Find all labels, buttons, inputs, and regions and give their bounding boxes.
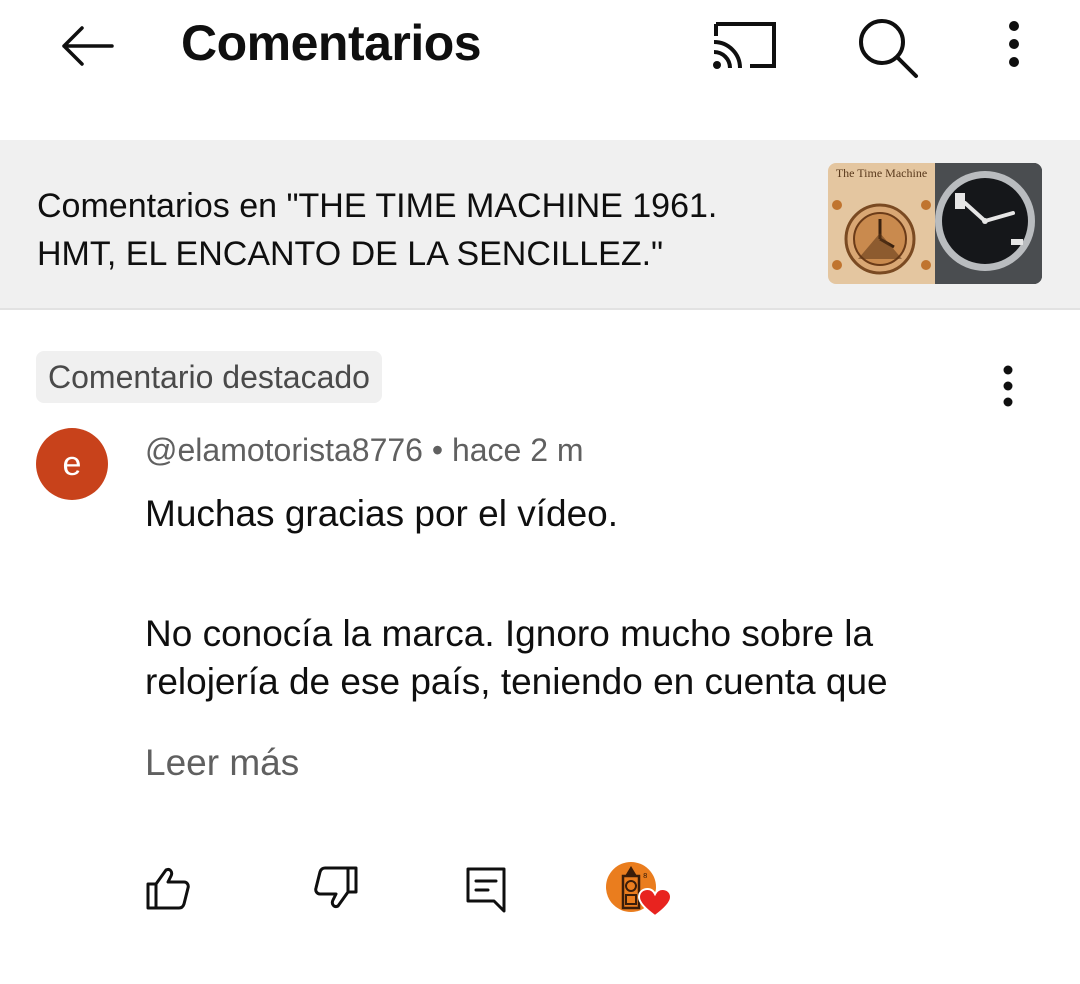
cast-button[interactable]: [708, 16, 780, 76]
cast-icon: [713, 22, 776, 69]
search-button[interactable]: [854, 14, 920, 80]
back-button[interactable]: [54, 18, 118, 74]
svg-text:8: 8: [643, 872, 647, 880]
thumb-up-icon: [146, 868, 190, 910]
comment-options-button[interactable]: [988, 360, 1028, 416]
comment-actions: 8: [0, 860, 1080, 924]
video-context-text: Comentarios en "THE TIME MACHINE 1961. H…: [37, 187, 718, 273]
thumbnail-watch-photo: [935, 163, 1042, 284]
meta-separator: •: [431, 432, 444, 468]
more-vert-icon: [1003, 365, 1013, 407]
comment-paragraph-line: relojería de ese país, teniendo en cuent…: [145, 661, 888, 702]
comment-author[interactable]: @elamotorista8776: [145, 432, 423, 468]
more-options-button[interactable]: [994, 16, 1034, 76]
heart-icon: [638, 888, 672, 918]
comment-paragraph-line: No conocía la marca. Ignoro mucho sobre …: [145, 613, 874, 654]
search-icon: [859, 19, 918, 78]
comment-time: hace 2 m: [451, 432, 584, 468]
video-thumbnail[interactable]: The Time Machine: [828, 163, 1042, 284]
comment-meta: @elamotorista8776 • hace 2 m: [145, 432, 584, 469]
thumb-down-icon: [314, 866, 358, 908]
pinned-comment-badge: Comentario destacado: [36, 351, 382, 403]
page-title: Comentarios: [181, 15, 482, 71]
reply-button[interactable]: [458, 860, 514, 916]
clock-illustration-icon: [832, 200, 931, 275]
comment-body: Muchas gracias por el vídeo. No conocía …: [145, 490, 1045, 706]
author-avatar[interactable]: e: [36, 428, 108, 500]
dislike-button[interactable]: [308, 860, 364, 916]
more-vert-icon: [1009, 21, 1019, 67]
creator-heart: 8: [606, 860, 672, 920]
comment-paragraph: Muchas gracias por el vídeo.: [145, 493, 619, 534]
video-context-banner[interactable]: Comentarios en "THE TIME MACHINE 1961. H…: [0, 140, 1080, 310]
top-app-bar: Comentarios: [0, 0, 1080, 96]
watch-icon: [935, 163, 1042, 284]
thumbnail-clock-artwork: The Time Machine: [828, 163, 935, 284]
reply-comment-icon: [466, 867, 506, 913]
arrow-left-icon: [62, 26, 114, 66]
read-more-link[interactable]: Leer más: [145, 742, 299, 784]
like-button[interactable]: [140, 860, 196, 916]
